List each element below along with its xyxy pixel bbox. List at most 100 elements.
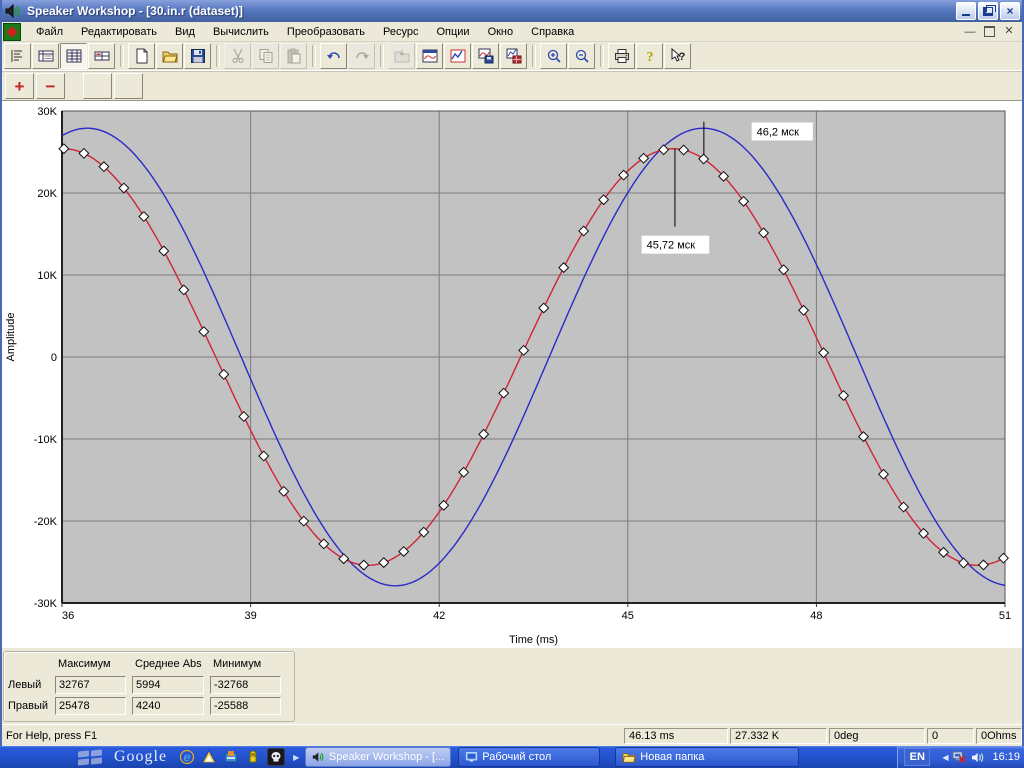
zoom-out-button[interactable] <box>568 43 595 69</box>
robot-icon[interactable] <box>245 749 261 765</box>
toolbar-separator <box>600 45 604 67</box>
taskbar-button-speaker-workshop[interactable]: Speaker Workshop - [... <box>305 747 452 767</box>
chart-compare-icon <box>450 49 465 63</box>
redo-button[interactable] <box>348 43 375 69</box>
undo-icon <box>326 52 340 59</box>
menu-help[interactable]: Справка <box>522 24 583 40</box>
cut-button[interactable] <box>224 43 251 69</box>
close-button[interactable]: × <box>1000 2 1020 20</box>
context-help-button[interactable]: ? <box>664 43 691 69</box>
import-folder-icon <box>394 50 409 63</box>
restore-button[interactable] <box>978 2 998 20</box>
y-tick-label: 0 <box>51 352 57 364</box>
taskbar-button-new-folder[interactable]: Новая папка <box>615 747 800 767</box>
copy-button[interactable] <box>252 43 279 69</box>
chart-compare-button[interactable] <box>444 43 471 69</box>
mdi-restore-button[interactable] <box>984 25 995 37</box>
datasheet-small-button[interactable] <box>32 43 59 69</box>
print-icon <box>614 49 629 63</box>
chart-window-icon <box>422 49 437 63</box>
statistics-panel: Максимум Среднее Abs Минимум Левый 32767… <box>0 648 1024 724</box>
help-icon: ? <box>646 50 653 64</box>
blank-button-1[interactable] <box>83 73 112 99</box>
status-pane-value: 0 <box>927 727 974 744</box>
waveform-chart: 36 39 42 45 48 51 30K 20K 10K 0 -10K -20K -30K 46,2 м… <box>0 100 1024 649</box>
y-tick-label: -30K <box>34 598 58 610</box>
google-deskbar[interactable]: Google <box>114 748 167 766</box>
chart-export-button[interactable] <box>500 43 527 69</box>
help-about-button[interactable]: ? <box>636 43 663 69</box>
tray-collapse-icon[interactable]: ◀ <box>942 753 948 762</box>
desktop-icon <box>466 752 478 762</box>
system-tray: EN ◀ 16:19 <box>897 746 1024 768</box>
stats-header-avg: Среднее Abs <box>135 657 202 670</box>
stats-left-min: -32768 <box>210 675 281 694</box>
chart-save-button[interactable] <box>472 43 499 69</box>
toolbar-separator <box>312 45 316 67</box>
x-tick-label: 39 <box>244 610 256 622</box>
toolbar-separator <box>120 45 124 67</box>
menu-options[interactable]: Опции <box>427 24 478 40</box>
notes-view-button[interactable] <box>4 43 31 69</box>
datasheet-wide-button[interactable] <box>88 43 115 69</box>
menu-file[interactable]: Файл <box>27 24 72 40</box>
menu-view[interactable]: Вид <box>166 24 204 40</box>
x-tick-label: 51 <box>999 610 1011 622</box>
clock[interactable]: 16:19 <box>992 751 1020 763</box>
print-button[interactable] <box>608 43 635 69</box>
mdi-minimize-button[interactable]: — <box>963 25 977 38</box>
zoom-out-icon <box>575 49 589 63</box>
toolbar-separator <box>216 45 220 67</box>
volume-icon[interactable] <box>971 751 986 764</box>
quick-launch-expand-icon[interactable]: ▶ <box>293 753 299 762</box>
stats-row-left-label: Левый <box>8 678 42 691</box>
ie-icon[interactable]: e <box>179 749 195 765</box>
menu-resource[interactable]: Ресурс <box>374 24 427 40</box>
stats-header-max: Максимум <box>58 657 111 670</box>
taskbar: Google e ▶ Speaker Workshop - [... Рабоч… <box>0 746 1024 768</box>
chart-export-icon <box>506 48 521 64</box>
svg-text:?: ? <box>678 51 685 63</box>
y-tick-label: -20K <box>34 516 58 528</box>
y-tick-label: -10K <box>34 434 58 446</box>
minimize-button[interactable] <box>956 2 976 20</box>
import-folder-button[interactable] <box>388 43 415 69</box>
stats-right-avg: 4240 <box>132 696 204 715</box>
paste-button[interactable] <box>280 43 307 69</box>
new-document-button[interactable] <box>128 43 155 69</box>
open-file-button[interactable] <box>156 43 183 69</box>
svg-text:?: ? <box>646 50 653 64</box>
folder-icon <box>622 753 636 763</box>
skull-icon[interactable] <box>267 748 286 766</box>
chart-window-button[interactable] <box>416 43 443 69</box>
menu-window[interactable]: Окно <box>479 24 523 40</box>
windows-flag-icon[interactable] <box>78 748 104 766</box>
open-file-icon <box>162 51 178 63</box>
status-pane-phase: 0deg <box>829 727 925 744</box>
mdi-close-button[interactable]: ✕ <box>1002 25 1016 38</box>
document-icon[interactable] <box>3 22 21 41</box>
blank-button-2[interactable] <box>114 73 143 99</box>
window-title: Speaker Workshop - [30.in.r (dataset)] <box>27 4 243 18</box>
menu-edit[interactable]: Редактировать <box>72 24 166 40</box>
zoom-in-button[interactable] <box>540 43 567 69</box>
context-help-icon: ? <box>671 48 685 63</box>
delta-icon[interactable] <box>201 749 218 765</box>
save-file-button[interactable] <box>184 43 211 69</box>
language-indicator[interactable]: EN <box>904 748 931 766</box>
toolbar-separator <box>532 45 536 67</box>
remove-point-button[interactable]: − <box>36 73 65 99</box>
menu-calculate[interactable]: Вычислить <box>204 24 278 40</box>
hand-icon[interactable] <box>223 749 239 765</box>
undo-button[interactable] <box>320 43 347 69</box>
x-tick-label: 36 <box>62 610 74 622</box>
datasheet-grid-button[interactable] <box>60 43 87 69</box>
add-point-button[interactable]: + <box>5 73 34 99</box>
toolbar-separator <box>380 45 384 67</box>
restore-icon <box>983 4 996 16</box>
network-icon[interactable] <box>952 750 967 764</box>
y-axis-title: Amplitude <box>5 313 17 362</box>
menu-transform[interactable]: Преобразовать <box>278 24 374 40</box>
status-pane-time: 46.13 ms <box>624 727 728 744</box>
taskbar-button-desktop[interactable]: Рабочий стол <box>458 747 601 767</box>
